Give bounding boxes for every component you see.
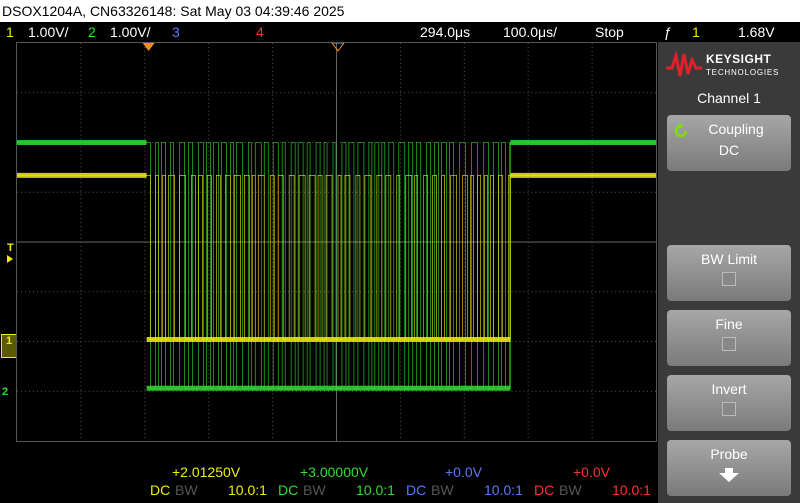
panel-title: Channel 1 bbox=[697, 90, 761, 106]
keysight-logo: KEYSIGHT TECHNOLOGIES bbox=[666, 50, 794, 82]
fine-softkey[interactable]: Fine bbox=[667, 310, 791, 366]
ch4-coupling: DC bbox=[534, 482, 555, 498]
timebase-scale[interactable]: 100.0μs/ bbox=[503, 22, 557, 42]
trigger-edge-icon: ƒ bbox=[664, 24, 672, 40]
bw-limit-label: BW Limit bbox=[701, 251, 757, 267]
invert-label: Invert bbox=[711, 381, 747, 397]
waveform-display[interactable] bbox=[16, 42, 657, 442]
coupling-value: DC bbox=[718, 142, 740, 158]
keysight-wave-icon bbox=[666, 50, 702, 77]
trigger-level-marker[interactable]: T bbox=[7, 242, 14, 254]
channel-status-bar: 1 1.00V/ 2 1.00V/ 3 4 294.0μs 100.0μs/ S… bbox=[0, 22, 658, 42]
window-title: DSOX1204A, CN63326148: Sat May 03 04:39:… bbox=[0, 0, 800, 22]
fine-label: Fine bbox=[715, 316, 743, 332]
ch1-ground-marker[interactable]: 1 bbox=[1, 334, 17, 358]
ch1-number[interactable]: 1 bbox=[6, 22, 14, 42]
ch4-bw: BW bbox=[559, 482, 582, 498]
channel-info-bar: +2.01250V DC BW 10.0:1 +3.00000V DC BW 1… bbox=[0, 442, 658, 503]
horizontal-delay[interactable]: 294.0μs bbox=[420, 22, 470, 42]
ch3-probe: 10.0:1 bbox=[484, 482, 523, 498]
ch1-probe: 10.0:1 bbox=[228, 482, 267, 498]
run-state: Stop bbox=[595, 24, 624, 40]
arrow-down-icon bbox=[719, 468, 739, 482]
ch4-probe: 10.0:1 bbox=[612, 482, 651, 498]
softkey-panel: KEYSIGHT TECHNOLOGIES Channel 1 Coupling… bbox=[658, 42, 800, 503]
ch4-offset[interactable]: +0.0V bbox=[573, 464, 610, 480]
ch3-number[interactable]: 3 bbox=[172, 22, 180, 42]
ch1-bw: BW bbox=[175, 482, 198, 498]
ch2-scale[interactable]: 1.00V/ bbox=[110, 22, 150, 42]
brand-name: KEYSIGHT bbox=[706, 52, 772, 66]
ch2-number[interactable]: 2 bbox=[88, 22, 96, 42]
ch2-offset[interactable]: +3.00000V bbox=[300, 464, 368, 480]
time-reference-marker bbox=[331, 43, 345, 52]
probe-softkey[interactable]: Probe bbox=[667, 440, 791, 496]
ch2-bw: BW bbox=[303, 482, 326, 498]
coupling-softkey[interactable]: Coupling DC bbox=[667, 115, 791, 171]
bw-limit-softkey[interactable]: BW Limit bbox=[667, 245, 791, 301]
ch3-offset[interactable]: +0.0V bbox=[445, 464, 482, 480]
trigger-level: 1.68V bbox=[738, 24, 775, 40]
trigger-position-marker[interactable] bbox=[142, 43, 155, 51]
brand-sub: TECHNOLOGIES bbox=[706, 68, 780, 77]
trigger-status[interactable]: ƒ 1 1.68V bbox=[658, 22, 800, 42]
ch1-scale[interactable]: 1.00V/ bbox=[28, 22, 68, 42]
probe-label: Probe bbox=[710, 446, 748, 462]
invert-checkbox[interactable] bbox=[722, 402, 736, 416]
ch1-offset[interactable]: +2.01250V bbox=[172, 464, 240, 480]
trigger-arrow-icon bbox=[7, 255, 13, 263]
ch2-ground-marker[interactable]: 2 bbox=[2, 386, 8, 398]
trigger-source: 1 bbox=[692, 24, 700, 40]
ch3-coupling: DC bbox=[406, 482, 427, 498]
ch2-coupling: DC bbox=[278, 482, 299, 498]
ch3-bw: BW bbox=[431, 482, 454, 498]
invert-softkey[interactable]: Invert bbox=[667, 375, 791, 431]
ch2-probe: 10.0:1 bbox=[356, 482, 395, 498]
ch1-marker-label: 1 bbox=[5, 335, 13, 347]
marker-gutter: T 1 2 bbox=[0, 42, 17, 442]
graticule bbox=[17, 43, 656, 441]
coupling-label: Coupling bbox=[708, 121, 764, 137]
bw-limit-checkbox[interactable] bbox=[722, 272, 736, 286]
ch4-number[interactable]: 4 bbox=[256, 22, 264, 42]
ch1-coupling: DC bbox=[150, 482, 171, 498]
fine-checkbox[interactable] bbox=[722, 337, 736, 351]
